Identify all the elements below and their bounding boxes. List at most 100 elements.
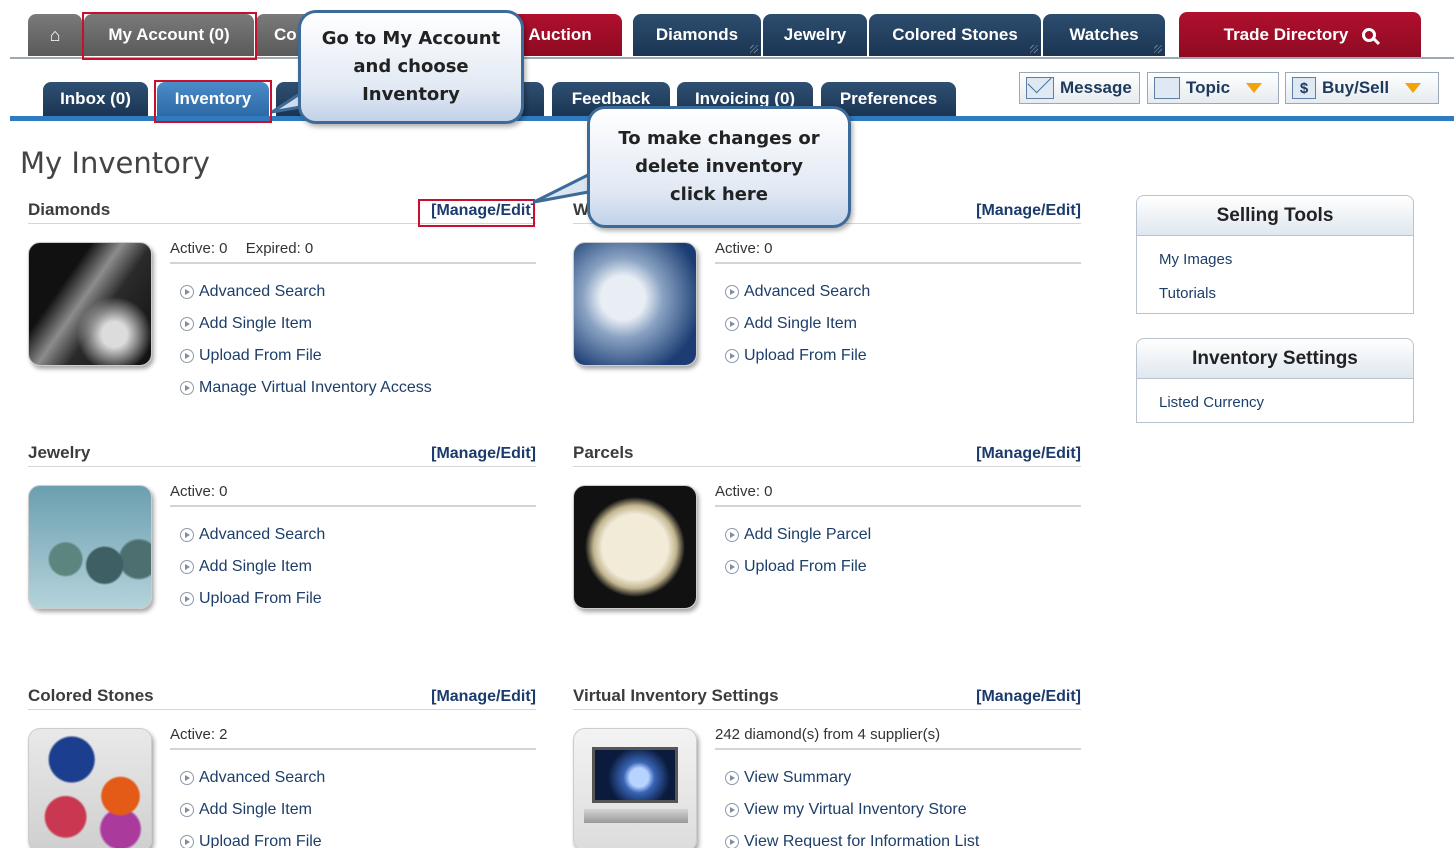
view-rfi-list-link[interactable]: View Request for Information List xyxy=(725,826,979,848)
section-title: Diamonds xyxy=(28,200,111,219)
status-line: Active: 0 xyxy=(715,483,1081,507)
colored-stones-image xyxy=(28,728,152,848)
dollar-icon: $ xyxy=(1292,77,1316,99)
upload-from-file-link[interactable]: Upload From File xyxy=(725,551,871,583)
arrow-circle-icon xyxy=(725,771,739,785)
grip-icon xyxy=(1154,45,1162,53)
link-list: View Summary View my Virtual Inventory S… xyxy=(725,762,979,848)
upload-from-file-link[interactable]: Upload From File xyxy=(180,340,432,372)
callout-line: Inventory xyxy=(362,84,460,105)
listed-currency-link[interactable]: Listed Currency xyxy=(1137,385,1413,419)
manage-virtual-inventory-access-link[interactable]: Manage Virtual Inventory Access xyxy=(180,372,432,404)
advanced-search-link[interactable]: Advanced Search xyxy=(725,276,870,308)
chevron-down-icon xyxy=(1246,83,1263,93)
add-single-item-link[interactable]: Add Single Item xyxy=(180,551,325,583)
link-label: Advanced Search xyxy=(199,769,326,786)
watches-image xyxy=(573,242,697,366)
view-virtual-store-link[interactable]: View my Virtual Inventory Store xyxy=(725,794,979,826)
advanced-search-link[interactable]: Advanced Search xyxy=(180,519,325,551)
link-label: Upload From File xyxy=(744,558,867,575)
arrow-circle-icon xyxy=(725,528,739,542)
link-label: Upload From File xyxy=(199,590,322,607)
arrow-circle-icon xyxy=(180,835,194,848)
section-watches: W [Manage/Edit] Active: 0 Advanced Searc… xyxy=(573,200,1081,400)
message-button[interactable]: Message xyxy=(1019,72,1140,104)
link-label: Advanced Search xyxy=(199,526,326,543)
jewelry-image xyxy=(28,485,152,609)
tab-colored-stones[interactable]: Colored Stones xyxy=(869,14,1041,56)
tab-auction-label: Auction xyxy=(528,25,592,44)
tab-inbox-label: Inbox (0) xyxy=(60,89,131,108)
view-summary-link[interactable]: View Summary xyxy=(725,762,979,794)
envelope-icon xyxy=(1026,77,1054,99)
section-jewelry: Jewelry [Manage/Edit] Active: 0 Advanced… xyxy=(28,443,536,643)
callout-line: delete inventory xyxy=(635,156,803,177)
parcels-image xyxy=(573,485,697,609)
callout-line: click here xyxy=(669,184,769,205)
arrow-circle-icon xyxy=(725,285,739,299)
manage-edit-link[interactable]: [Manage/Edit] xyxy=(431,688,536,706)
link-label: Upload From File xyxy=(199,347,322,364)
upload-from-file-link[interactable]: Upload From File xyxy=(725,340,870,372)
link-label: Add Single Item xyxy=(199,801,312,818)
link-label: Advanced Search xyxy=(744,283,871,300)
home-icon: ⌂ xyxy=(49,24,61,45)
callout-my-account: Go to My Account and choose Inventory xyxy=(298,10,524,124)
add-single-item-link[interactable]: Add Single Item xyxy=(180,308,432,340)
search-icon[interactable] xyxy=(1362,28,1377,42)
upload-from-file-link[interactable]: Upload From File xyxy=(180,826,325,848)
arrow-circle-icon xyxy=(180,285,194,299)
link-label: Add Single Item xyxy=(199,558,312,575)
status-line: Active: 0 xyxy=(715,240,1081,264)
section-title: Virtual Inventory Settings xyxy=(573,686,779,705)
status-line: Active: 2 xyxy=(170,726,536,750)
add-single-item-link[interactable]: Add Single Item xyxy=(180,794,325,826)
add-single-parcel-link[interactable]: Add Single Parcel xyxy=(725,519,871,551)
active-count: Active: 0 xyxy=(170,240,228,257)
tab-diamonds-label: Diamonds xyxy=(655,25,739,44)
advanced-search-link[interactable]: Advanced Search xyxy=(180,762,325,794)
status-line: 242 diamond(s) from 4 supplier(s) xyxy=(715,726,1081,750)
manage-edit-link[interactable]: [Manage/Edit] xyxy=(976,688,1081,706)
section-title: Jewelry xyxy=(28,443,91,462)
buy-sell-dropdown[interactable]: $ Buy/Sell xyxy=(1285,72,1439,104)
upload-from-file-link[interactable]: Upload From File xyxy=(180,583,325,615)
manage-edit-link[interactable]: [Manage/Edit] xyxy=(976,202,1081,220)
pencil-icon xyxy=(1154,77,1180,99)
tab-jewelry[interactable]: Jewelry xyxy=(763,14,867,56)
grip-icon xyxy=(750,45,758,53)
tab-preferences-label: Preferences xyxy=(839,89,938,108)
manage-edit-link[interactable]: [Manage/Edit] xyxy=(431,445,536,463)
panel-title: Inventory Settings xyxy=(1137,339,1413,379)
advanced-search-link[interactable]: Advanced Search xyxy=(180,276,432,308)
link-label: View Summary xyxy=(744,769,852,786)
arrow-circle-icon xyxy=(180,771,194,785)
section-title: Parcels xyxy=(573,443,634,462)
manage-edit-link[interactable]: [Manage/Edit] xyxy=(976,445,1081,463)
highlight-inventory xyxy=(154,80,272,123)
page-title: My Inventory xyxy=(20,146,210,180)
arrow-circle-icon xyxy=(180,349,194,363)
my-images-link[interactable]: My Images xyxy=(1137,242,1413,276)
section-header: Parcels [Manage/Edit] xyxy=(573,443,1081,467)
tab-jewelry-label: Jewelry xyxy=(783,25,847,44)
link-label: View Request for Information List xyxy=(744,833,980,848)
tab-inbox[interactable]: Inbox (0) xyxy=(43,82,148,116)
topic-dropdown[interactable]: Topic xyxy=(1147,72,1279,104)
laptop-screen xyxy=(592,747,678,803)
tab-trade-directory[interactable]: Trade Directory xyxy=(1179,12,1421,58)
status-line: Active: 0 Expired: 0 xyxy=(170,240,536,264)
home-tab[interactable]: ⌂ xyxy=(28,14,82,56)
tab-colored-stones-label: Colored Stones xyxy=(892,25,1018,44)
arrow-circle-icon xyxy=(725,317,739,331)
active-count: Active: 2 xyxy=(170,726,228,743)
tab-diamonds[interactable]: Diamonds xyxy=(633,14,761,56)
link-label: Add Single Parcel xyxy=(744,526,872,543)
link-label: Add Single Item xyxy=(744,315,857,332)
add-single-item-link[interactable]: Add Single Item xyxy=(725,308,870,340)
callout-line: To make changes or xyxy=(618,128,820,149)
callout-line: Go to My Account xyxy=(321,28,501,49)
tutorials-link[interactable]: Tutorials xyxy=(1137,276,1413,310)
tab-watches[interactable]: Watches xyxy=(1043,14,1165,56)
tab-co-label: Co xyxy=(274,25,297,44)
